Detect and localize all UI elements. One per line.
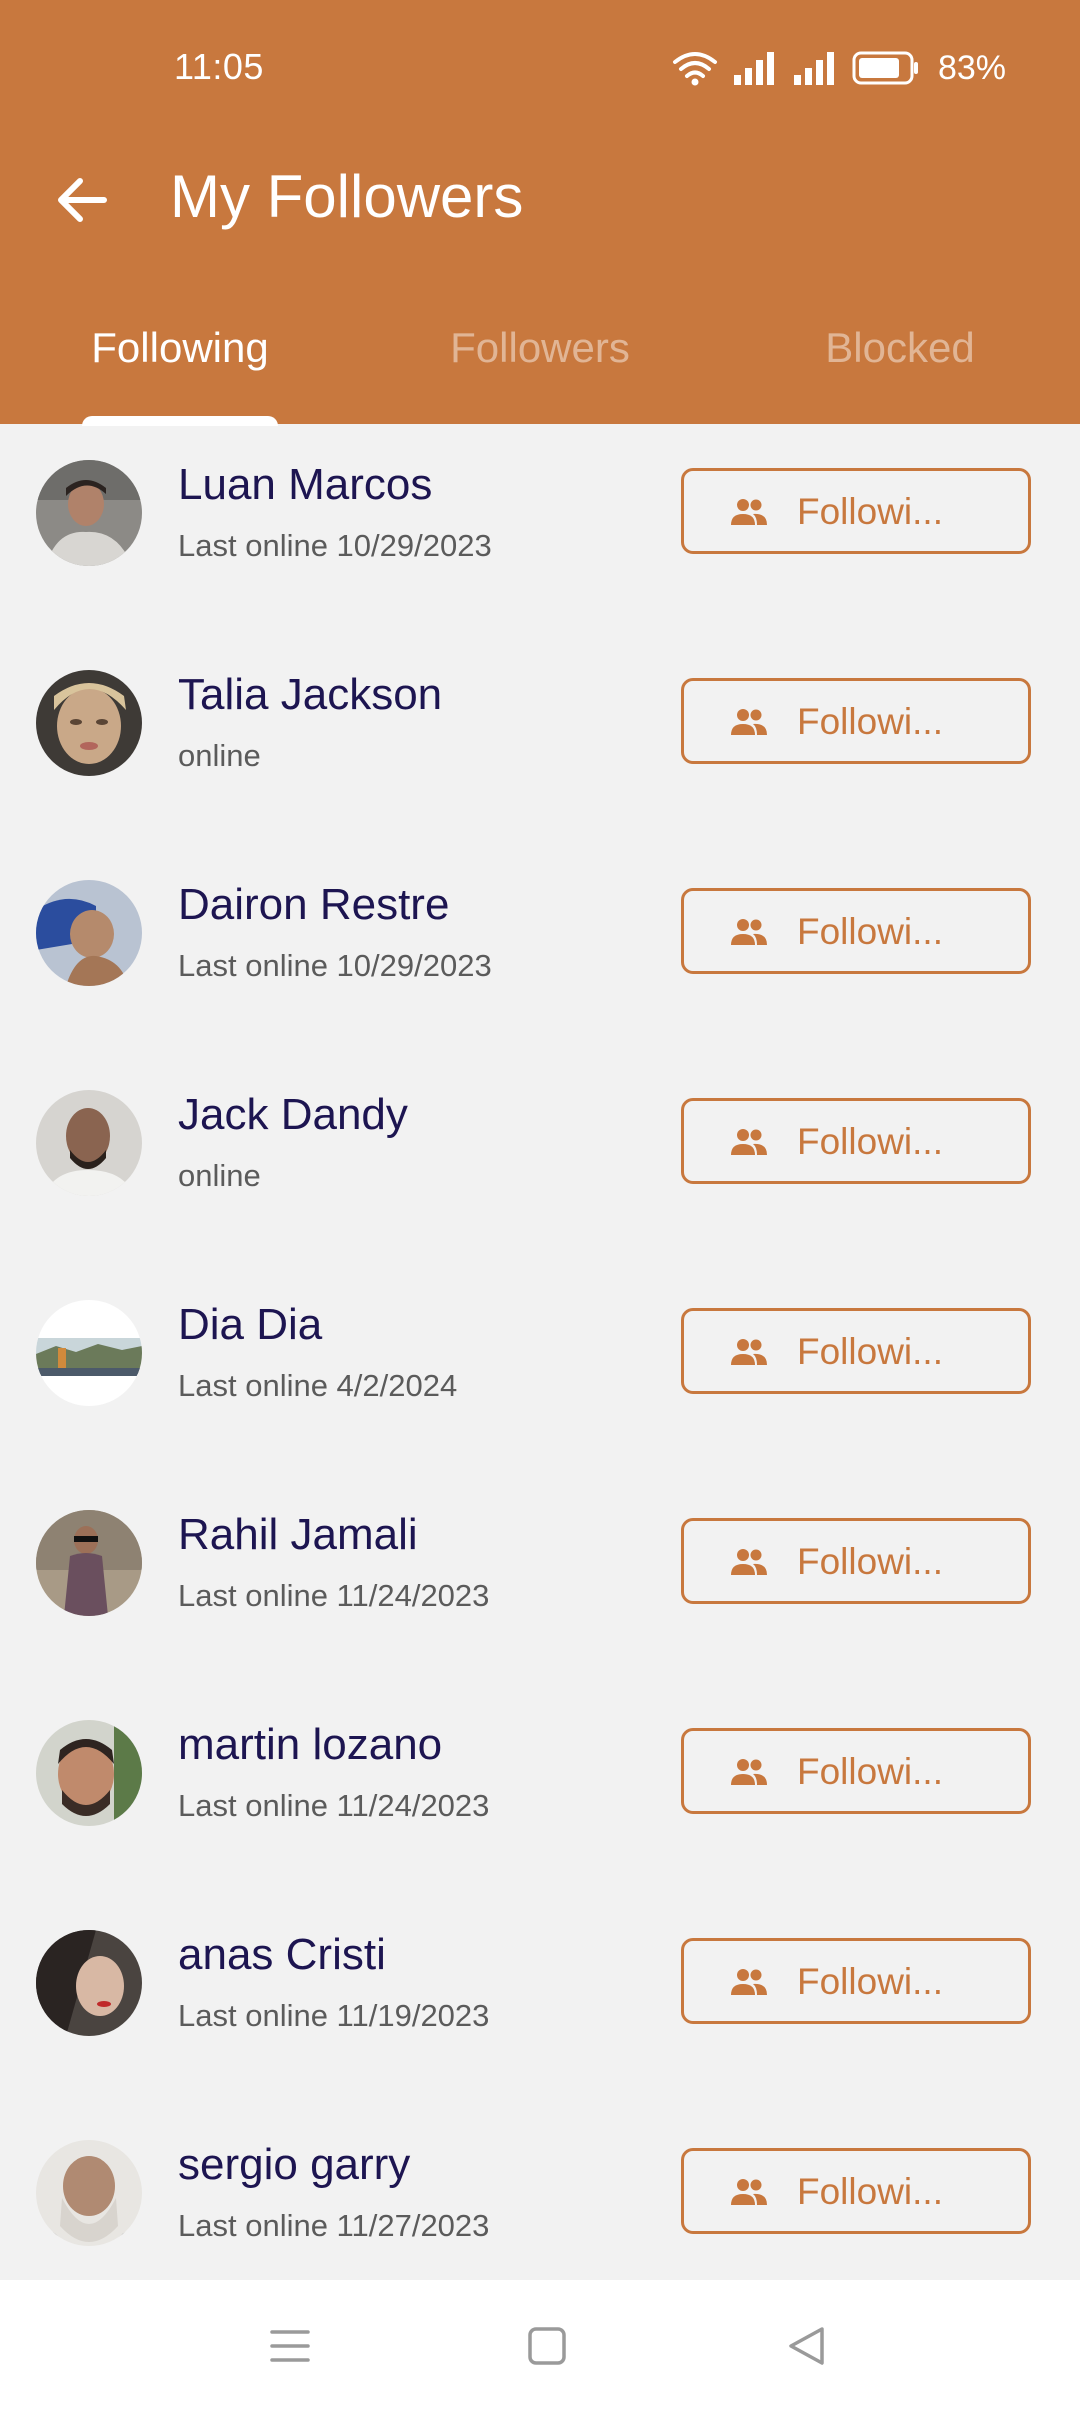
back-button[interactable] <box>42 160 122 240</box>
following-button[interactable]: Followi... <box>681 678 1031 764</box>
avatar[interactable] <box>36 1930 142 2036</box>
avatar[interactable] <box>36 670 142 776</box>
list-item[interactable]: anas Cristi Last online 11/19/2023 Follo… <box>0 1894 1080 2104</box>
people-icon <box>731 1549 767 1575</box>
following-button[interactable]: Followi... <box>681 468 1031 554</box>
recent-apps-button[interactable] <box>260 2316 320 2376</box>
people-icon <box>731 1969 767 1995</box>
following-button-label: Followi... <box>797 701 943 742</box>
list-item[interactable]: sergio garry Last online 11/27/2023 Foll… <box>0 2104 1080 2280</box>
user-name[interactable]: Dairon Restre <box>178 880 449 930</box>
battery-percentage: 83% <box>937 48 1006 87</box>
user-name[interactable]: anas Cristi <box>178 1930 386 1980</box>
signal-icon <box>733 52 774 85</box>
back-triangle-icon <box>789 2327 824 2365</box>
following-button-label: Followi... <box>797 1331 943 1372</box>
following-button[interactable]: Followi... <box>681 1518 1031 1604</box>
list-item[interactable]: Jack Dandy online Followi... <box>0 1054 1080 1264</box>
status-bar: 11:05 83% <box>0 0 1080 140</box>
user-status: Last online 11/19/2023 <box>178 1998 490 2033</box>
page-title: My Followers <box>170 163 524 230</box>
people-icon <box>731 1129 767 1155</box>
list-item[interactable]: Luan Marcos Last online 10/29/2023 Follo… <box>0 424 1080 634</box>
people-icon <box>731 1339 767 1365</box>
avatar[interactable] <box>36 1720 142 1826</box>
user-name[interactable]: Dia Dia <box>178 1300 322 1350</box>
user-name[interactable]: Rahil Jamali <box>178 1510 418 1560</box>
avatar[interactable] <box>36 2140 142 2246</box>
following-button[interactable]: Followi... <box>681 888 1031 974</box>
signal-icon <box>793 52 834 85</box>
list-item[interactable]: martin lozano Last online 11/24/2023 Fol… <box>0 1684 1080 1894</box>
following-list[interactable]: Luan Marcos Last online 10/29/2023 Follo… <box>0 424 1080 2280</box>
following-button[interactable]: Followi... <box>681 1098 1031 1184</box>
following-button-label: Followi... <box>797 1961 943 2002</box>
tab-bar: Following Followers Blocked <box>0 300 1080 424</box>
avatar[interactable] <box>36 460 142 566</box>
home-square-icon <box>528 2327 566 2365</box>
app-header: 11:05 83% My Followers Following Followe… <box>0 0 1080 426</box>
user-status: online <box>178 738 261 773</box>
following-button-label: Followi... <box>797 491 943 532</box>
home-button[interactable] <box>517 2316 577 2376</box>
following-button[interactable]: Followi... <box>681 1938 1031 2024</box>
user-name[interactable]: Talia Jackson <box>178 670 442 720</box>
people-icon <box>731 919 767 945</box>
following-button[interactable]: Followi... <box>681 1728 1031 1814</box>
tab-following[interactable]: Following <box>0 300 360 424</box>
status-icons: 83% <box>672 46 1006 90</box>
system-nav-bar <box>0 2280 1080 2412</box>
back-nav-button[interactable] <box>776 2316 836 2376</box>
battery-icon <box>852 51 918 85</box>
user-name[interactable]: martin lozano <box>178 1720 442 1770</box>
people-icon <box>731 709 767 735</box>
list-item[interactable]: Talia Jackson online Followi... <box>0 634 1080 844</box>
menu-icon <box>270 2330 310 2362</box>
user-status: Last online 11/24/2023 <box>178 1578 490 1613</box>
user-status: Last online 11/27/2023 <box>178 2208 490 2243</box>
list-item[interactable]: Dia Dia Last online 4/2/2024 Followi... <box>0 1264 1080 1474</box>
following-button-label: Followi... <box>797 1751 943 1792</box>
people-icon <box>731 1759 767 1785</box>
user-status: Last online 10/29/2023 <box>178 528 492 563</box>
user-status: Last online 11/24/2023 <box>178 1788 490 1823</box>
user-status: Last online 10/29/2023 <box>178 948 492 983</box>
user-status: Last online 4/2/2024 <box>178 1368 458 1403</box>
following-button-label: Followi... <box>797 1121 943 1162</box>
arrow-left-icon <box>58 178 107 222</box>
status-time: 11:05 <box>174 46 264 87</box>
avatar[interactable] <box>36 1510 142 1616</box>
tab-blocked[interactable]: Blocked <box>720 300 1080 424</box>
user-status: online <box>178 1158 261 1193</box>
following-button-label: Followi... <box>797 911 943 952</box>
app-bar: My Followers <box>0 140 1080 250</box>
wifi-icon <box>672 52 717 86</box>
avatar[interactable] <box>36 1300 142 1406</box>
list-item[interactable]: Rahil Jamali Last online 11/24/2023 Foll… <box>0 1474 1080 1684</box>
user-name[interactable]: sergio garry <box>178 2140 410 2190</box>
avatar[interactable] <box>36 880 142 986</box>
following-button-label: Followi... <box>797 1541 943 1582</box>
tab-followers[interactable]: Followers <box>360 300 720 424</box>
avatar[interactable] <box>36 1090 142 1196</box>
list-item[interactable]: Dairon Restre Last online 10/29/2023 Fol… <box>0 844 1080 1054</box>
user-name[interactable]: Jack Dandy <box>178 1090 408 1140</box>
people-icon <box>731 499 767 525</box>
following-button[interactable]: Followi... <box>681 2148 1031 2234</box>
people-icon <box>731 2179 767 2205</box>
following-button-label: Followi... <box>797 2171 943 2212</box>
user-name[interactable]: Luan Marcos <box>178 460 432 510</box>
following-button[interactable]: Followi... <box>681 1308 1031 1394</box>
